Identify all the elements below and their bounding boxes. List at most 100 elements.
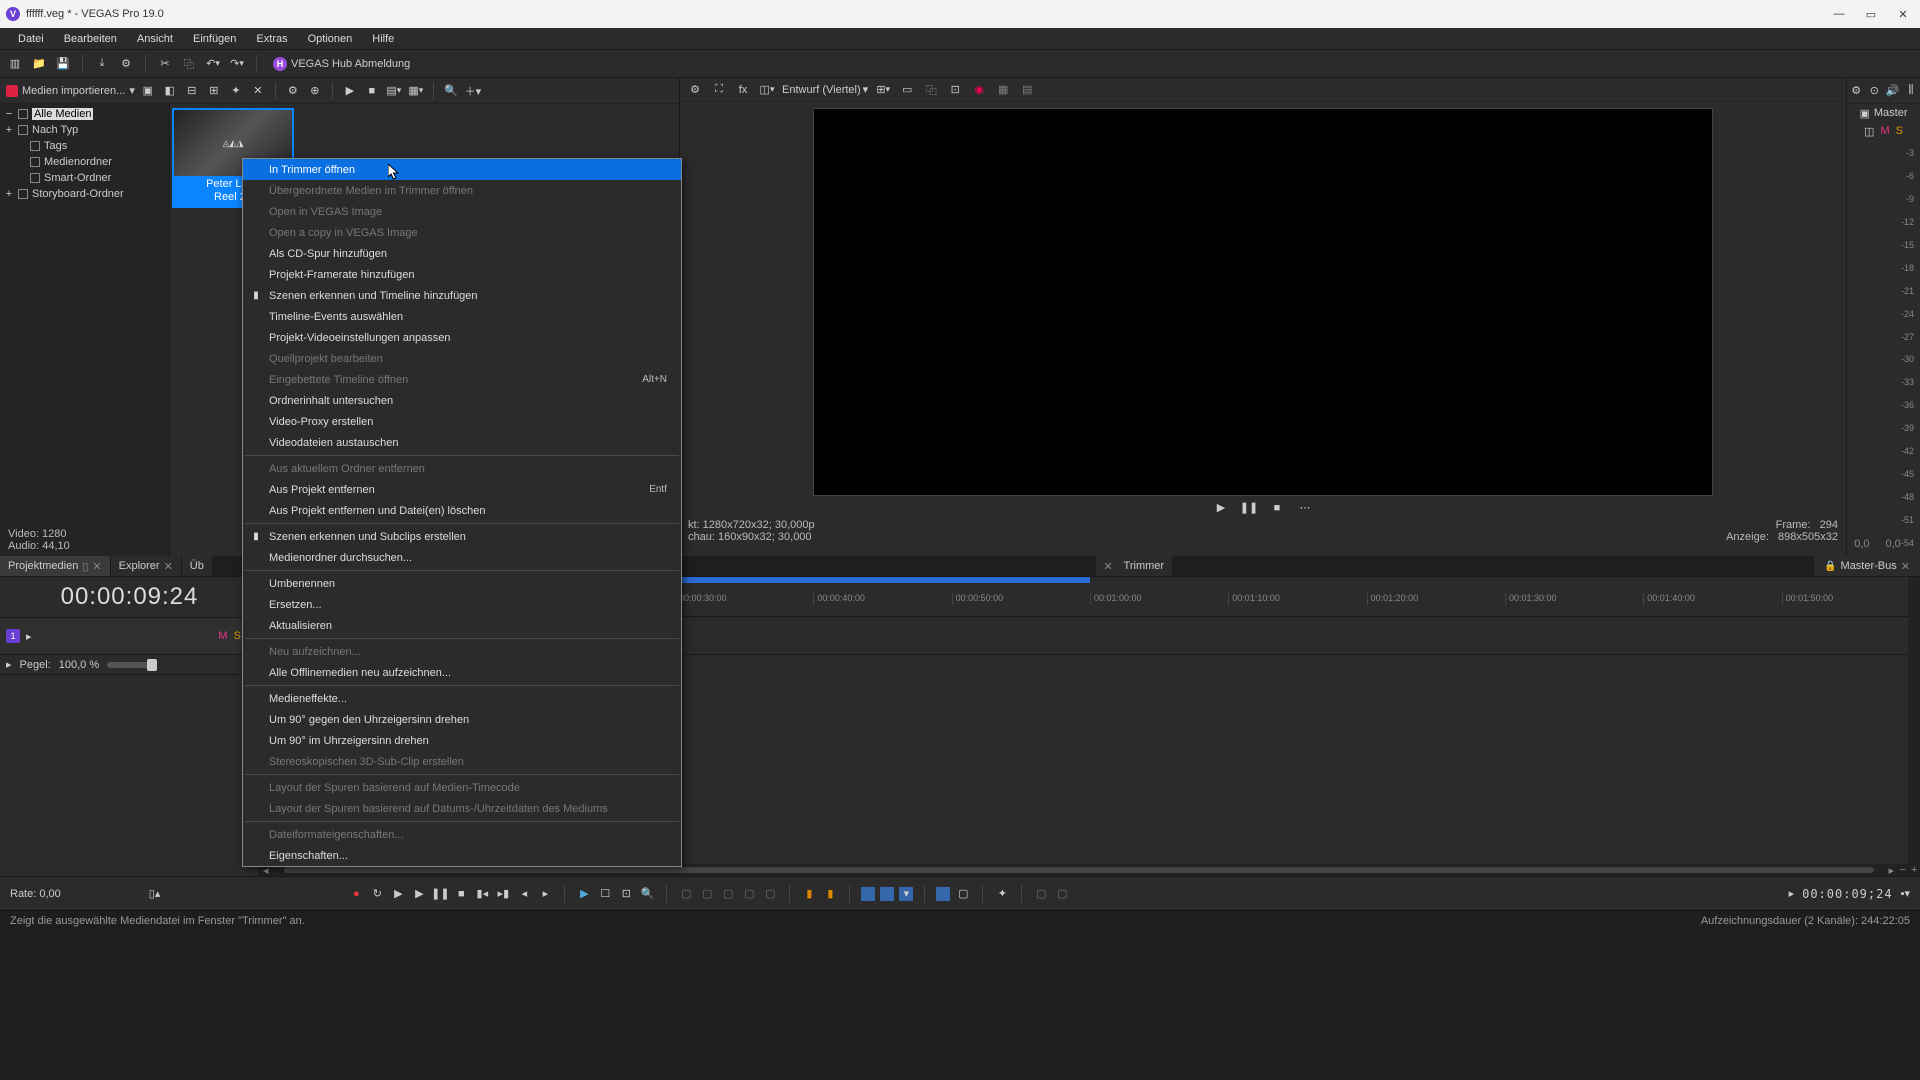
more-icon[interactable]: ⋯ bbox=[1296, 499, 1314, 517]
master-solo[interactable]: S bbox=[1896, 125, 1903, 137]
autofade-button[interactable]: ✦ bbox=[994, 886, 1010, 902]
expand-icon[interactable]: + bbox=[4, 188, 14, 200]
expand-icon[interactable]: + bbox=[4, 124, 14, 136]
render-icon[interactable]: ⤓ bbox=[93, 55, 111, 73]
zoom-in-icon[interactable]: + bbox=[1909, 864, 1920, 876]
menu-item[interactable]: Ordnerinhalt untersuchen bbox=[243, 390, 681, 411]
save-search-icon[interactable]: ＋▾ bbox=[464, 82, 482, 100]
copy-icon[interactable]: ⿻ bbox=[180, 55, 198, 73]
save-frame-icon[interactable]: ⊡ bbox=[946, 81, 964, 99]
fx-slot-icon[interactable]: ◫ bbox=[1864, 125, 1874, 138]
play-icon[interactable]: ▶ bbox=[1212, 499, 1230, 517]
overlay-icon[interactable]: ▭ bbox=[898, 81, 916, 99]
menu-hilfe[interactable]: Hilfe bbox=[362, 31, 404, 47]
snap-markers-button[interactable]: ▾ bbox=[899, 887, 913, 901]
menu-item[interactable]: Video-Proxy erstellen bbox=[243, 411, 681, 432]
pause-icon[interactable]: ❚❚ bbox=[1240, 499, 1258, 517]
menu-item[interactable]: In Trimmer öffnen bbox=[243, 159, 681, 180]
master-mute[interactable]: M bbox=[1880, 125, 1889, 137]
menu-item[interactable]: Als CD-Spur hinzufügen bbox=[243, 243, 681, 264]
menu-optionen[interactable]: Optionen bbox=[298, 31, 363, 47]
scale-icon[interactable]: ▤ bbox=[1018, 81, 1036, 99]
props-icon[interactable]: ⊞ bbox=[205, 82, 223, 100]
lock-icon[interactable]: 🔒 bbox=[1824, 561, 1836, 572]
normal-tool-button[interactable]: ▶ bbox=[576, 886, 592, 902]
fx-icon[interactable]: fx bbox=[734, 81, 752, 99]
hub-login[interactable]: H VEGAS Hub Abmeldung bbox=[273, 57, 410, 71]
stop-icon[interactable]: ■ bbox=[1268, 499, 1286, 517]
menu-item[interactable]: ▮Szenen erkennen und Timeline hinzufügen bbox=[243, 285, 681, 306]
close-media-icon[interactable]: ✕ bbox=[249, 82, 267, 100]
track-level[interactable]: ▸ Pegel: 100,0 % ◫ bbox=[0, 655, 259, 675]
get-media-icon[interactable]: ◧ bbox=[161, 82, 179, 100]
next-frame-button[interactable]: ▸ bbox=[537, 886, 553, 902]
stop-media-icon[interactable]: ■ bbox=[363, 82, 381, 100]
volume-icon[interactable]: 🔊 bbox=[1884, 82, 1902, 100]
tree-node-storyboard[interactable]: +Storyboard-Ordner bbox=[0, 186, 169, 202]
snap-grid-button[interactable] bbox=[880, 887, 894, 901]
tab-explorer[interactable]: Explorer✕ bbox=[111, 556, 182, 576]
preview-video[interactable] bbox=[813, 108, 1713, 496]
add-bin-icon[interactable]: ⊕ bbox=[306, 82, 324, 100]
play-start-button[interactable]: ▶ bbox=[390, 886, 406, 902]
split-icon[interactable]: ◫▾ bbox=[758, 81, 776, 99]
tab-trimmer[interactable]: ✕ Trimmer bbox=[1096, 556, 1174, 576]
tab-masterbus[interactable]: 🔒Master-Bus✕ bbox=[1813, 556, 1920, 576]
menu-item[interactable]: Projekt-Videoeinstellungen anpassen bbox=[243, 327, 681, 348]
fullscreen-icon[interactable]: ▦ bbox=[994, 81, 1012, 99]
selection-tool-button[interactable]: ☐ bbox=[597, 886, 613, 902]
go-start-button[interactable]: ▮◂ bbox=[474, 886, 490, 902]
menu-item[interactable]: Medienordner durchsuchen... bbox=[243, 547, 681, 568]
go-end-button[interactable]: ▸▮ bbox=[495, 886, 511, 902]
menu-datei[interactable]: Datei bbox=[8, 31, 54, 47]
loop-button[interactable]: ↻ bbox=[369, 886, 385, 902]
record-icon[interactable]: ◉ bbox=[970, 81, 988, 99]
cursor-timecode[interactable]: 00:00:09;24 bbox=[1802, 887, 1892, 901]
menu-bearbeiten[interactable]: Bearbeiten bbox=[54, 31, 127, 47]
cut-icon[interactable]: ✂ bbox=[156, 55, 174, 73]
import-media-button[interactable]: Medien importieren... ▾ bbox=[6, 84, 135, 97]
zoom-out-icon[interactable]: − bbox=[1897, 864, 1909, 876]
select-icon[interactable]: ▦▾ bbox=[407, 82, 425, 100]
scroll-thumb[interactable] bbox=[284, 867, 1874, 873]
timeline-scrollbar-v[interactable] bbox=[1908, 577, 1920, 864]
scroll-right-icon[interactable]: ▸ bbox=[1886, 864, 1898, 877]
open-icon[interactable]: 📁 bbox=[30, 55, 48, 73]
close-tab-icon[interactable]: ✕ bbox=[1901, 560, 1910, 573]
fx-icon[interactable]: ✦ bbox=[227, 82, 245, 100]
play-button[interactable]: ▶ bbox=[411, 886, 427, 902]
level-slider[interactable] bbox=[107, 662, 157, 668]
track-expand-icon[interactable]: ▸ bbox=[6, 658, 12, 671]
menu-item[interactable]: Umbenennen bbox=[243, 573, 681, 594]
tree-node-all-media[interactable]: −Alle Medien bbox=[0, 106, 169, 122]
minimize-button[interactable]: — bbox=[1832, 7, 1846, 21]
rate-slider[interactable]: ▯▴ bbox=[149, 887, 161, 900]
link-icon[interactable]: ▣ bbox=[1859, 107, 1869, 120]
menu-extras[interactable]: Extras bbox=[246, 31, 297, 47]
menu-item[interactable]: Timeline-Events auswählen bbox=[243, 306, 681, 327]
menu-item[interactable]: Aus Projekt entfernen und Datei(en) lösc… bbox=[243, 500, 681, 521]
tab-overflow[interactable]: Üb bbox=[182, 556, 213, 576]
menu-item[interactable]: Um 90° gegen den Uhrzeigersinn drehen bbox=[243, 709, 681, 730]
tree-node-bytype[interactable]: +Nach Typ bbox=[0, 122, 169, 138]
copy-frame-icon[interactable]: ⿻ bbox=[922, 81, 940, 99]
track-mute[interactable]: M bbox=[218, 630, 227, 643]
save-icon[interactable]: 💾 bbox=[54, 55, 72, 73]
region-button[interactable]: ▮ bbox=[822, 886, 838, 902]
stop-button[interactable]: ■ bbox=[453, 886, 469, 902]
remove-icon[interactable]: ⊟ bbox=[183, 82, 201, 100]
pause-button[interactable]: ❚❚ bbox=[432, 886, 448, 902]
timecode-end-icon[interactable]: ▸ bbox=[1789, 887, 1795, 900]
auto-ripple-button[interactable] bbox=[936, 887, 950, 901]
search-icon[interactable]: 🔍 bbox=[442, 82, 460, 100]
record-button[interactable]: ● bbox=[348, 886, 364, 902]
preview-quality-dropdown[interactable]: Entwurf (Viertel)▾ bbox=[782, 83, 868, 96]
gear-icon[interactable]: ⚙ bbox=[1847, 82, 1865, 100]
views-icon[interactable]: ⚙ bbox=[284, 82, 302, 100]
plugin-icon[interactable]: ⫼ bbox=[1902, 82, 1920, 100]
capture-icon[interactable]: ▣ bbox=[139, 82, 157, 100]
autoplay-icon[interactable]: ▤▾ bbox=[385, 82, 403, 100]
track-solo[interactable]: S bbox=[234, 630, 241, 643]
track-header-1[interactable]: 1 ▸ MS▯ bbox=[0, 617, 259, 655]
menu-item[interactable]: Alle Offlinemedien neu aufzeichnen... bbox=[243, 662, 681, 683]
